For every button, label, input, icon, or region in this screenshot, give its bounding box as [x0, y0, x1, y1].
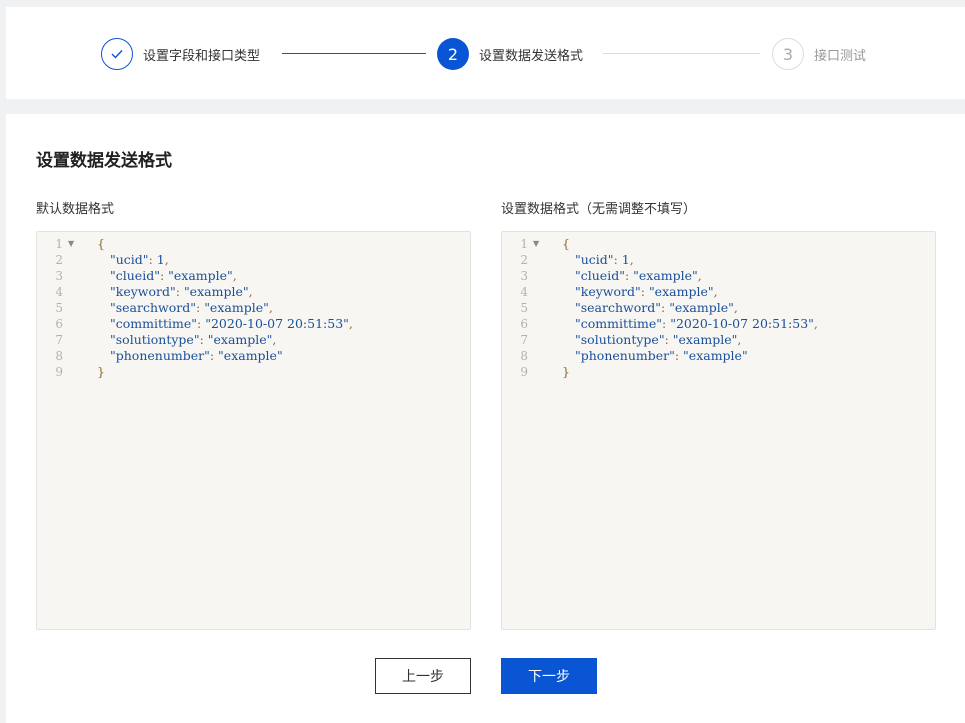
code-line: 1 ▼ { — [37, 236, 470, 252]
code-line: 3 "clueid": "example", — [37, 268, 470, 284]
step-1: 设置字段和接口类型 — [101, 38, 260, 70]
code-text: { — [562, 236, 570, 251]
line-number: 6 — [55, 317, 63, 331]
code-text: "clueid": "example", — [110, 268, 237, 283]
code-text: "searchword": "example", — [110, 300, 273, 315]
code-line: 4 "keyword": "example", — [502, 284, 935, 300]
step-connector-2 — [603, 53, 760, 54]
code-text: "ucid": 1, — [110, 252, 169, 267]
step-3: 3 接口测试 — [772, 38, 866, 70]
page-title: 设置数据发送格式 — [36, 151, 172, 171]
line-number: 8 — [520, 349, 528, 363]
step-2: 2 设置数据发送格式 — [437, 38, 583, 70]
code-line: 9} — [502, 364, 935, 380]
line-number: 5 — [520, 301, 528, 315]
code-line: 8 "phonenumber": "example" — [502, 348, 935, 364]
line-number: 6 — [520, 317, 528, 331]
line-number: 1 — [55, 237, 63, 251]
line-number: 3 — [520, 269, 528, 283]
code-text: "committime": "2020-10-07 20:51:53", — [110, 316, 353, 331]
custom-format-editor[interactable]: 1 ▼ {2 "ucid": 1, 3 "clueid": "example", 4 "key… — [501, 231, 936, 630]
step-connector-1 — [282, 53, 426, 54]
code-text: "searchword": "example", — [575, 300, 738, 315]
code-text: } — [97, 364, 105, 379]
steps-card: 设置字段和接口类型 2 设置数据发送格式 3 接口测试 — [6, 7, 965, 99]
code-line: 9} — [37, 364, 470, 380]
line-number: 3 — [55, 269, 63, 283]
step-1-label: 设置字段和接口类型 — [143, 48, 261, 64]
code-line: 7 "solutiontype": "example", — [37, 332, 470, 348]
code-line: 3 "clueid": "example", — [502, 268, 935, 284]
prev-step-button[interactable]: 上一步 — [375, 658, 471, 694]
code-line: 5 "searchword": "example", — [37, 300, 470, 316]
code-line: 5 "searchword": "example", — [502, 300, 935, 316]
line-number: 2 — [55, 253, 63, 267]
line-number: 9 — [55, 365, 63, 379]
line-number: 4 — [55, 285, 63, 299]
fold-arrow-icon[interactable]: ▼ — [533, 236, 539, 252]
next-step-button[interactable]: 下一步 — [501, 658, 597, 694]
line-number: 7 — [520, 333, 528, 347]
code-text: "ucid": 1, — [575, 252, 634, 267]
step-2-label: 设置数据发送格式 — [479, 48, 584, 64]
line-number: 1 — [520, 237, 528, 251]
code-text: "committime": "2020-10-07 20:51:53", — [575, 316, 818, 331]
step-3-number: 3 — [772, 38, 804, 70]
code-line: 2 "ucid": 1, — [502, 252, 935, 268]
fold-arrow-icon[interactable]: ▼ — [68, 236, 74, 252]
line-number: 9 — [520, 365, 528, 379]
code-line: 8 "phonenumber": "example" — [37, 348, 470, 364]
code-text: "clueid": "example", — [575, 268, 702, 283]
line-number: 4 — [520, 285, 528, 299]
default-format-editor: 1 ▼ {2 "ucid": 1, 3 "clueid": "example", 4 "key… — [36, 231, 471, 630]
code-line: 1 ▼ { — [502, 236, 935, 252]
code-text: "keyword": "example", — [575, 284, 718, 299]
code-line: 2 "ucid": 1, — [37, 252, 470, 268]
main-panel: 设置数据发送格式 默认数据格式 设置数据格式（无需调整不填写） 1 ▼ {2 "uci… — [6, 114, 965, 723]
code-text: "keyword": "example", — [110, 284, 253, 299]
default-format-label: 默认数据格式 — [36, 202, 115, 217]
line-number: 5 — [55, 301, 63, 315]
custom-format-label: 设置数据格式（无需调整不填写） — [501, 202, 697, 217]
code-line: 6 "committime": "2020-10-07 20:51:53", — [502, 316, 935, 332]
step-1-check-icon — [101, 38, 133, 70]
line-number: 7 — [55, 333, 63, 347]
code-line: 7 "solutiontype": "example", — [502, 332, 935, 348]
code-text: "solutiontype": "example", — [575, 332, 742, 347]
line-number: 8 — [55, 349, 63, 363]
code-text: "phonenumber": "example" — [575, 348, 748, 363]
code-text: "solutiontype": "example", — [110, 332, 277, 347]
step-2-number: 2 — [437, 38, 469, 70]
code-line: 6 "committime": "2020-10-07 20:51:53", — [37, 316, 470, 332]
code-text: "phonenumber": "example" — [110, 348, 283, 363]
step-3-label: 接口测试 — [814, 48, 867, 64]
code-text: } — [562, 364, 570, 379]
code-text: { — [97, 236, 105, 251]
line-number: 2 — [520, 253, 528, 267]
code-line: 4 "keyword": "example", — [37, 284, 470, 300]
